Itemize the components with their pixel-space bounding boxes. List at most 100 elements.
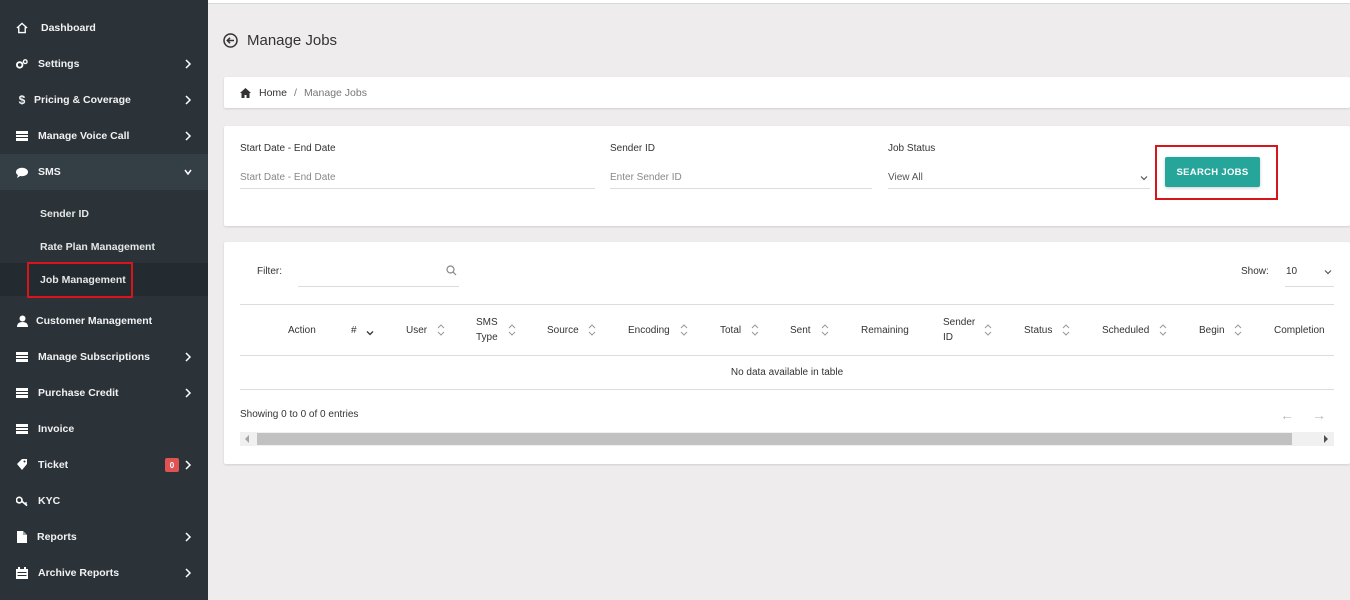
scrollbar-thumb[interactable] [257, 433, 1292, 445]
scroll-right-icon[interactable] [1324, 435, 1328, 443]
show-label: Show: [1241, 266, 1269, 277]
top-bar [208, 0, 1350, 4]
date-range-input[interactable] [240, 167, 595, 189]
sidebar-item-settings[interactable]: Settings [0, 46, 208, 82]
column-header-begin[interactable]: Begin [1199, 305, 1225, 355]
chevron-right-icon [185, 460, 192, 470]
sidebar-item-label: Invoice [38, 423, 75, 435]
sort-icon [508, 324, 516, 336]
sidebar-subitem-sender-id[interactable]: Sender ID [0, 197, 208, 230]
breadcrumb-home-label: Home [259, 86, 288, 99]
sort-icon [1062, 324, 1070, 336]
chevron-right-icon [185, 131, 192, 141]
scroll-left-icon[interactable] [245, 435, 249, 443]
chevron-right-icon [185, 59, 192, 69]
sidebar-item-archive-reports[interactable]: Archive Reports [0, 555, 208, 591]
breadcrumb-home[interactable]: Home [240, 87, 287, 99]
column-header-user[interactable]: User [406, 305, 427, 355]
gears-icon [16, 58, 28, 70]
filter-label: Filter: [257, 266, 282, 277]
sidebar-item-label: Ticket [38, 459, 69, 471]
chevron-right-icon [185, 388, 192, 398]
next-page-button[interactable]: → [1312, 407, 1326, 423]
list-icon [16, 423, 28, 435]
sidebar-item-pricing[interactable]: $ Pricing & Coverage [0, 82, 208, 118]
back-arrow-icon[interactable] [223, 32, 238, 48]
column-header-sms-type[interactable]: SMS Type [476, 305, 506, 355]
sidebar-item-label: Pricing & Coverage [34, 94, 131, 106]
job-status-value: View All [888, 172, 923, 183]
calendar-icon [16, 567, 28, 579]
sidebar-item-label: Settings [38, 58, 80, 70]
list-icon [16, 130, 28, 142]
column-header-scheduled[interactable]: Scheduled [1102, 305, 1149, 355]
breadcrumb-current: Manage Jobs [303, 86, 367, 99]
chevron-down-icon [1324, 270, 1332, 275]
sidebar-item-label: Reports [37, 531, 77, 543]
column-header-sender-id[interactable]: Sender ID [943, 305, 977, 355]
sort-icon [680, 324, 688, 336]
sort-desc-icon [366, 331, 374, 336]
tag-icon [16, 459, 28, 471]
sidebar-item-sms[interactable]: SMS [0, 154, 208, 190]
sidebar-item-label: Customer Management [36, 315, 153, 327]
sort-icon [821, 324, 829, 336]
comment-icon [16, 166, 28, 178]
sidebar-item-label: Archive Reports [38, 567, 120, 579]
chevron-right-icon [185, 568, 192, 578]
sidebar: Dashboard Settings $ Pricing & Coverage … [0, 0, 208, 600]
sidebar-subitem-job-management[interactable]: Job Management [0, 263, 208, 296]
sort-icon [437, 324, 445, 336]
sidebar-item-reports[interactable]: Reports [0, 519, 208, 555]
breadcrumb-separator: / [294, 86, 297, 99]
list-icon [16, 387, 28, 399]
column-header-remaining[interactable]: Remaining [861, 305, 909, 355]
sidebar-item-subscriptions[interactable]: Manage Subscriptions [0, 339, 208, 375]
horizontal-scrollbar[interactable] [240, 432, 1334, 446]
chevron-right-icon [185, 95, 192, 105]
chevron-right-icon [185, 352, 192, 362]
column-header-sent[interactable]: Sent [790, 305, 811, 355]
sort-icon [1234, 324, 1242, 336]
sidebar-item-purchase-credit[interactable]: Purchase Credit [0, 375, 208, 411]
page-header: Manage Jobs [223, 28, 337, 52]
sort-icon [1159, 324, 1167, 336]
key-icon [16, 495, 28, 507]
sidebar-subitem-label: Job Management [40, 273, 126, 286]
sidebar-item-kyc[interactable]: KYC [0, 483, 208, 519]
sidebar-item-customer-management[interactable]: Customer Management [0, 303, 208, 339]
column-header-total[interactable]: Total [720, 305, 741, 355]
column-header-number[interactable]: # [351, 305, 357, 355]
sidebar-item-ticket[interactable]: Ticket 0 [0, 447, 208, 483]
page-title: Manage Jobs [247, 31, 338, 49]
sidebar-item-invoice[interactable]: Invoice [0, 411, 208, 447]
page-size-select[interactable]: 10 [1285, 258, 1334, 287]
sidebar-subitem-rate-plan[interactable]: Rate Plan Management [0, 230, 208, 263]
sidebar-item-label: Purchase Credit [38, 387, 119, 399]
page-size-value: 10 [1286, 266, 1298, 277]
sort-icon [588, 324, 596, 336]
breadcrumb: Home / Manage Jobs [224, 77, 1350, 108]
column-header-status[interactable]: Status [1024, 305, 1052, 355]
file-icon [16, 531, 28, 543]
prev-page-button[interactable]: ← [1280, 407, 1294, 423]
sender-id-input[interactable] [610, 167, 872, 189]
filter-input[interactable] [298, 258, 459, 287]
sidebar-item-label: KYC [38, 495, 61, 507]
home-icon [240, 87, 251, 98]
search-jobs-button[interactable]: SEARCH JOBS [1165, 157, 1260, 187]
job-status-label: Job Status [888, 143, 936, 154]
column-header-completion[interactable]: Completion [1274, 305, 1325, 355]
job-status-select[interactable]: View All [888, 167, 1150, 189]
sort-icon [984, 324, 992, 336]
column-header-source[interactable]: Source [547, 305, 579, 355]
sidebar-item-label: Manage Subscriptions [38, 351, 151, 363]
sidebar-item-voice-call[interactable]: Manage Voice Call [0, 118, 208, 154]
sidebar-item-dashboard[interactable]: Dashboard [0, 10, 208, 46]
sidebar-subitem-label: Rate Plan Management [40, 240, 155, 253]
sidebar-item-label: Manage Voice Call [38, 130, 130, 142]
column-header-action[interactable]: Action [288, 305, 316, 355]
column-header-encoding[interactable]: Encoding [628, 305, 670, 355]
ticket-count-badge: 0 [165, 458, 179, 472]
sidebar-subitem-label: Sender ID [40, 207, 90, 220]
